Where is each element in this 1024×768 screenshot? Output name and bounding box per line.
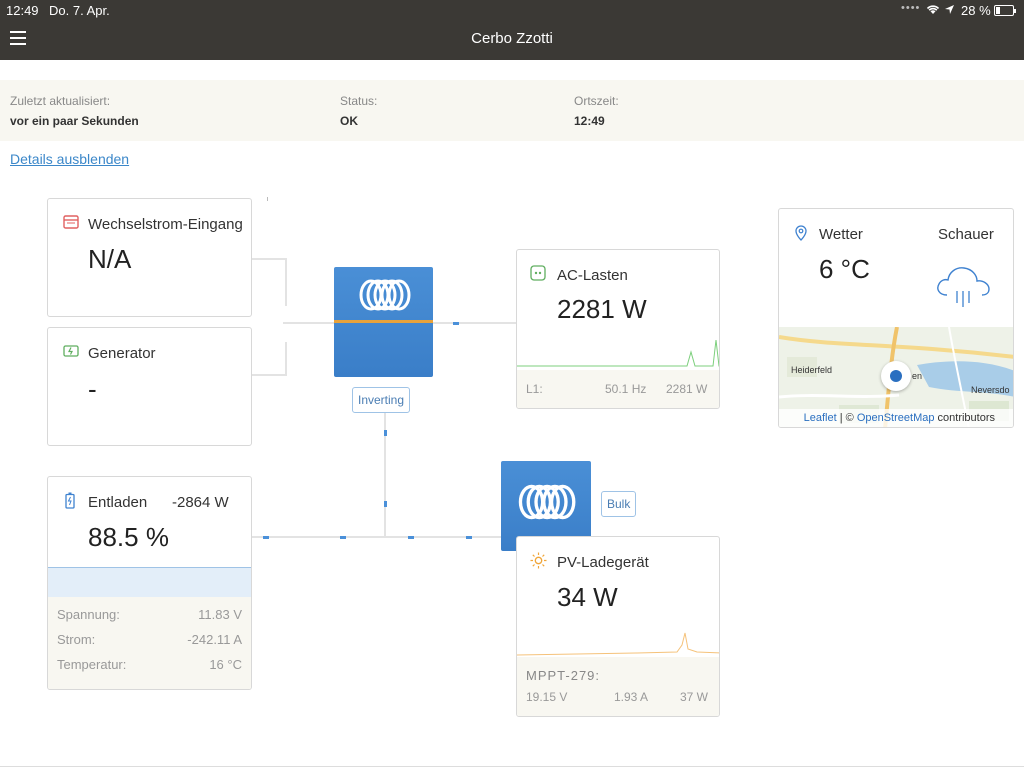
pv-device-name: MPPT-279: bbox=[526, 668, 601, 683]
pv-voltage: 19.15 V bbox=[526, 690, 568, 704]
pv-current: 1.93 A bbox=[614, 690, 649, 704]
ac-input-card[interactable]: Wechselstrom-Eingang N/A bbox=[47, 198, 252, 317]
generator-value: - bbox=[88, 374, 97, 404]
map-attribution: Leaflet | © OpenStreetMap contributors bbox=[779, 409, 1013, 427]
flow-dot bbox=[408, 536, 414, 539]
flow-dot bbox=[453, 322, 459, 325]
divider bbox=[334, 320, 433, 323]
ac-loads-sparkline bbox=[517, 339, 719, 367]
last-update-value: vor ein paar Sekunden bbox=[10, 114, 139, 128]
ac-loads-frequency: 50.1 Hz bbox=[605, 382, 647, 396]
wire bbox=[285, 342, 287, 376]
ac-loads-footer: L1: 50.1 Hz 2281 W bbox=[517, 370, 719, 408]
ac-loads-icon bbox=[530, 265, 546, 281]
battery-icon bbox=[994, 5, 1016, 16]
battery-state: Entladen bbox=[88, 494, 148, 511]
cloud-rain-icon bbox=[937, 267, 990, 307]
charger-status-badge: Bulk bbox=[601, 491, 637, 517]
ac-input-icon bbox=[63, 215, 79, 229]
location-arrow-icon bbox=[945, 5, 954, 14]
battery-card-icon bbox=[65, 492, 75, 509]
info-bar: Zuletzt aktualisiert: vor ein paar Sekun… bbox=[0, 80, 1024, 141]
ac-loads-value: 2281 W bbox=[557, 294, 647, 324]
page-title: Cerbo Zzotti bbox=[471, 30, 553, 47]
current-label: Strom: bbox=[57, 632, 96, 647]
attribution-separator: | © bbox=[836, 412, 857, 424]
pv-footer: MPPT-279: 19.15 V 1.93 A 37 W bbox=[517, 657, 719, 716]
weather-condition: Schauer bbox=[938, 226, 994, 243]
ac-loads-power: 2281 W bbox=[666, 382, 708, 396]
flow-dot bbox=[263, 536, 269, 539]
location-pin-icon bbox=[795, 225, 807, 241]
generator-title: Generator bbox=[88, 345, 156, 362]
wire bbox=[285, 258, 287, 306]
status-value: OK bbox=[340, 114, 358, 128]
last-update-label: Zuletzt aktualisiert: bbox=[10, 94, 111, 108]
generator-card[interactable]: Generator - bbox=[47, 327, 252, 446]
pv-power: 37 W bbox=[680, 690, 709, 704]
voltage-label: Spannung: bbox=[57, 607, 120, 622]
pv-title: PV-Ladegerät bbox=[557, 554, 649, 571]
flow-dot bbox=[466, 536, 472, 539]
weather-title: Wetter bbox=[819, 226, 863, 243]
divider bbox=[267, 197, 268, 201]
weather-map[interactable]: Heiderfeld en Neversdo Leaflet | © OpenS… bbox=[779, 326, 1013, 427]
pv-charger-card[interactable]: PV-Ladegerät 34 W MPPT-279: 19.15 V 1.93… bbox=[516, 536, 720, 717]
ac-input-title: Wechselstrom-Eingang bbox=[88, 216, 243, 233]
top-bar: 12:49 Do. 7. Apr. •••• 28 % Cerbo Zzotti bbox=[0, 0, 1024, 60]
wifi-icon bbox=[926, 5, 940, 14]
status-label: Status: bbox=[340, 94, 378, 108]
flow-dot bbox=[340, 536, 346, 539]
battery-percent: 28 % bbox=[961, 3, 991, 18]
attribution-text: contributors bbox=[934, 412, 995, 424]
victron-logo-icon bbox=[359, 279, 411, 311]
temperature-label: Temperatur: bbox=[57, 657, 127, 672]
ac-input-value: N/A bbox=[88, 244, 132, 274]
ac-loads-phase: L1: bbox=[526, 382, 543, 396]
local-time-label: Ortszeit: bbox=[574, 94, 619, 108]
flow-dot bbox=[384, 501, 387, 507]
ac-loads-title: AC-Lasten bbox=[557, 267, 628, 284]
battery-soc: 88.5 % bbox=[88, 522, 169, 552]
map-label: en bbox=[912, 371, 923, 381]
local-time-value: 12:49 bbox=[574, 114, 605, 128]
map-label: Neversdo bbox=[971, 385, 1010, 395]
inverter-device[interactable] bbox=[334, 267, 433, 377]
wire bbox=[251, 258, 287, 260]
leaflet-link[interactable]: Leaflet bbox=[804, 412, 837, 424]
divider bbox=[0, 766, 1024, 767]
voltage-value: 11.83 V bbox=[198, 607, 242, 622]
weather-card[interactable]: Wetter Schauer 6 °C Heiderfeld en Nevers… bbox=[778, 208, 1014, 428]
battery-details: Spannung: 11.83 V Strom: -242.11 A Tempe… bbox=[48, 597, 251, 689]
pv-value: 34 W bbox=[557, 582, 618, 612]
temperature-value: 16 °C bbox=[209, 657, 242, 672]
inverter-status-badge: Inverting bbox=[352, 387, 411, 413]
sun-icon bbox=[530, 552, 547, 569]
status-time: 12:49 bbox=[6, 3, 39, 18]
battery-level-bar bbox=[48, 567, 251, 598]
battery-power: -2864 W bbox=[172, 494, 229, 511]
map-label: Heiderfeld bbox=[791, 365, 833, 375]
weather-temperature: 6 °C bbox=[819, 254, 870, 284]
flow-dot bbox=[384, 430, 387, 436]
wire bbox=[433, 322, 517, 324]
map-location-marker bbox=[881, 361, 911, 391]
status-date: Do. 7. Apr. bbox=[49, 3, 110, 18]
wire bbox=[251, 374, 287, 376]
generator-icon bbox=[63, 345, 79, 357]
hide-details-link[interactable]: Details ausblenden bbox=[10, 151, 129, 167]
wire bbox=[283, 322, 335, 324]
battery-card[interactable]: Entladen -2864 W 88.5 % Spannung: 11.83 … bbox=[47, 476, 252, 690]
current-value: -242.11 A bbox=[187, 632, 242, 647]
victron-logo-icon bbox=[518, 484, 576, 520]
pv-sparkline bbox=[517, 632, 719, 656]
openstreetmap-link[interactable]: OpenStreetMap bbox=[857, 412, 935, 424]
signal-icon: •••• bbox=[901, 2, 921, 14]
ac-loads-card[interactable]: AC-Lasten 2281 W L1: 50.1 Hz 2281 W bbox=[516, 249, 720, 409]
